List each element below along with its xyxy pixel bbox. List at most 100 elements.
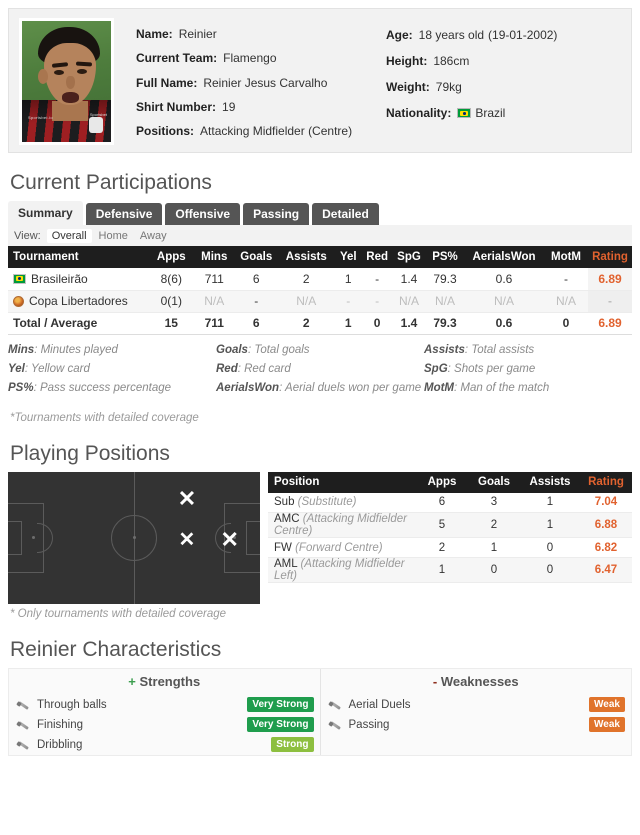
tournament-name[interactable]: Brasileirão [31, 272, 88, 286]
cell-apps: 0(1) [148, 290, 195, 313]
tournament-name[interactable]: Copa Libertadores [29, 294, 128, 308]
legend-key: SpG [424, 362, 448, 375]
cell-total-motm: 0 [544, 312, 588, 335]
cell-apps: 5 [416, 512, 468, 538]
attribute-icon [17, 738, 31, 752]
legend-desc: Total assists [471, 343, 535, 356]
cell-aerials-won: 0.6 [464, 268, 544, 291]
field-label: Weight: [386, 80, 430, 94]
cell-goals: 1 [468, 537, 520, 558]
cell-total-mins: 711 [194, 312, 235, 335]
cell-total-red: 0 [362, 312, 392, 335]
position-desc: (Substitute) [297, 496, 357, 509]
view-option-away[interactable]: Away [135, 229, 172, 243]
strengths-heading: + Strengths [9, 669, 320, 695]
fw-marker: ✕ [220, 527, 239, 553]
list-item: Through balls Very Strong [9, 695, 320, 715]
cell-total-label: Total / Average [8, 312, 149, 335]
tab-offensive[interactable]: Offensive [165, 203, 241, 225]
characteristics-title: Reinier Characteristics [10, 637, 222, 661]
legend-item: Mins: Minutes played [8, 343, 118, 356]
col-goals[interactable]: Goals [234, 246, 279, 268]
positions-table: Position Apps Goals Assists Rating Sub (… [268, 471, 632, 583]
cell-total-goals: 6 [234, 312, 279, 335]
copa-libertadores-icon [13, 296, 24, 307]
position-code: AMC [274, 513, 300, 525]
tab-passing[interactable]: Passing [243, 203, 310, 225]
field-label: Name: [136, 27, 173, 42]
legend-item: PS%: Pass success percentage [8, 381, 172, 394]
row-tournament-cell: Brasileirão [8, 268, 149, 291]
col-yel[interactable]: Yel [334, 246, 363, 268]
cell-ps: N/A [426, 290, 464, 313]
col-mins[interactable]: Mins [194, 246, 235, 268]
field-label: Nationality: [386, 106, 452, 120]
strength-name: Dribbling [37, 738, 83, 751]
legend-item: MotM: Man of the match [424, 381, 550, 394]
cell-goals: 0 [468, 557, 520, 583]
cell-goals: 6 [234, 268, 279, 291]
cell-apps: 1 [416, 557, 468, 583]
cell-mins: N/A [194, 290, 235, 313]
legend-item: SpG: Shots per game [424, 362, 536, 375]
col-goals: Goals [468, 471, 520, 493]
weakness-badge: Weak [589, 697, 625, 712]
player-info-right: Age: 18 years old (19-01-2002) Height: 1… [386, 22, 621, 143]
col-tournament[interactable]: Tournament [8, 246, 149, 268]
col-motm[interactable]: MotM [544, 246, 588, 268]
legend-item: Red: Red card [216, 362, 291, 375]
view-filter-bar: View: Overall Home Away [8, 225, 632, 246]
player-dob: (19-01-2002) [488, 28, 558, 42]
legend-key: MotM [424, 381, 455, 394]
table-total-row: Total / Average 15 711 6 2 1 0 1.4 79.3 … [8, 312, 632, 335]
minus-icon: - [432, 673, 438, 689]
legend-desc: Minutes played [40, 343, 118, 356]
player-field-full-name: Full Name: Reinier Jesus Carvalho [136, 70, 386, 94]
player-field-height: Height: 186cm [386, 48, 621, 74]
list-item: Dribbling Strong [9, 735, 320, 755]
cell-assists: N/A [278, 290, 335, 313]
cell-assists: 1 [520, 512, 580, 538]
legend-desc: Pass success percentage [39, 381, 172, 394]
cell-apps: 2 [416, 537, 468, 558]
legend-column-3: Assists: Total assists SpG: Shots per ga… [424, 341, 549, 398]
cell-aerials-won: N/A [464, 290, 544, 313]
cell-apps: 8(6) [148, 268, 195, 291]
participations-title: Current Participations [10, 171, 212, 194]
col-ps-percent[interactable]: PS% [426, 246, 464, 268]
field-value: Flamengo [223, 51, 277, 66]
col-rating: Rating [580, 471, 632, 493]
cell-apps: 6 [416, 492, 468, 513]
field-label: Full Name: [136, 75, 198, 90]
col-apps[interactable]: Apps [148, 246, 195, 268]
field-value: Reinier [178, 27, 217, 42]
cell-position: AMC (Attacking Midfielder Centre) [268, 512, 416, 538]
field-value: 79kg [435, 80, 462, 94]
cell-total-spg: 1.4 [392, 312, 426, 335]
legend-key: AerialsWon [216, 381, 280, 394]
cell-spg: 1.4 [392, 268, 426, 291]
tab-summary[interactable]: Summary [8, 201, 83, 225]
brazil-flag-icon [457, 108, 472, 118]
view-option-home[interactable]: Home [94, 229, 133, 243]
legend-item: Goals: Total goals [216, 343, 310, 356]
view-option-overall[interactable]: Overall [46, 228, 92, 243]
col-rating[interactable]: Rating [588, 246, 632, 268]
table-header-row: Tournament Apps Mins Goals Assists Yel R… [8, 246, 632, 268]
tab-detailed[interactable]: Detailed [312, 203, 379, 225]
field-value: 18 years old [418, 28, 485, 42]
col-red[interactable]: Red [362, 246, 392, 268]
weakness-name: Aerial Duels [348, 698, 411, 711]
strength-name: Through balls [37, 698, 107, 711]
player-info-left: Name: Reinier Current Team: Flamengo Ful… [136, 22, 386, 143]
table-row: Sub (Substitute) 6 3 1 7.04 [268, 492, 632, 513]
cell-position: Sub (Substitute) [268, 492, 416, 513]
tab-defensive[interactable]: Defensive [85, 203, 163, 225]
col-spg[interactable]: SpG [392, 246, 426, 268]
table-row: FW (Forward Centre) 2 1 0 6.82 [268, 537, 632, 558]
legend-desc: Aerial duels won per game [285, 381, 422, 394]
legend-item: AerialsWon: Aerial duels won per game [216, 381, 422, 394]
col-aerials-won[interactable]: AerialsWon [464, 246, 544, 268]
legend-desc: Total goals [254, 343, 310, 356]
col-assists[interactable]: Assists [278, 246, 335, 268]
